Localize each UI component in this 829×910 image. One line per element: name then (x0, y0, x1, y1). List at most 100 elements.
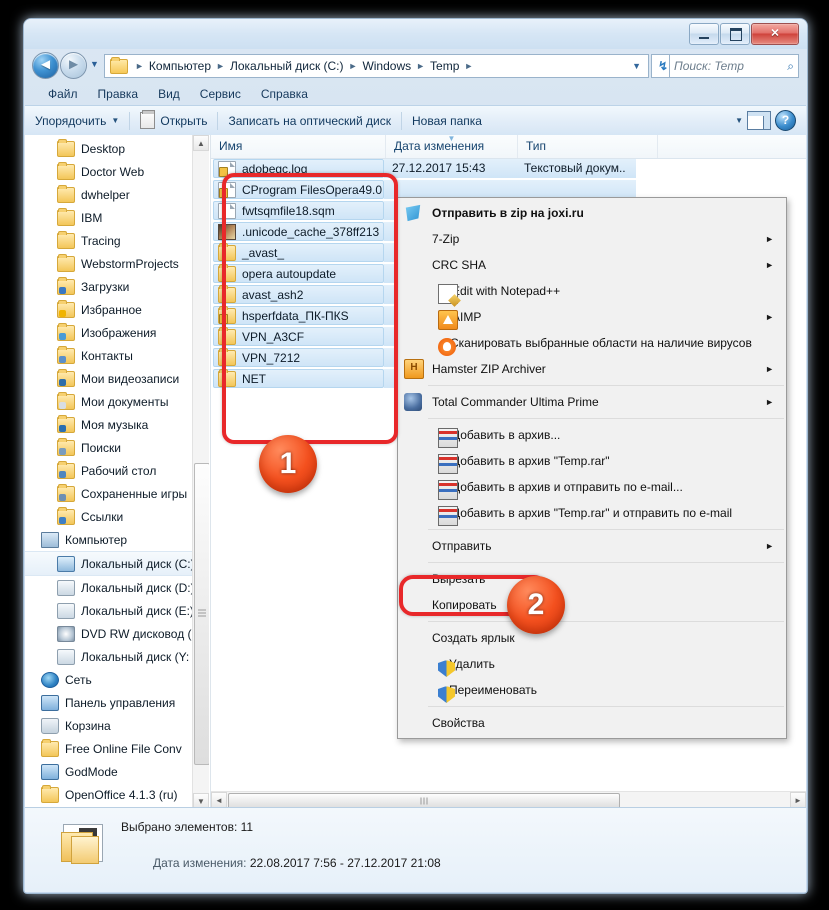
context-menu-item[interactable]: Переименовать (398, 677, 786, 703)
scroll-left-button[interactable]: ◄ (211, 792, 227, 808)
joxi-icon (405, 204, 421, 222)
nav-item-label: Моя музыка (81, 417, 149, 432)
new-folder-button[interactable]: Новая папка (402, 106, 492, 135)
burn-button[interactable]: Записать на оптический диск (218, 106, 401, 135)
search-box[interactable]: Поиск: Temp ⌕ (669, 54, 799, 78)
folder-overlay-icon (59, 447, 66, 455)
nav-item[interactable]: Desktop (25, 137, 209, 160)
nav-item[interactable]: Избранное (25, 298, 209, 321)
nav-item-label: Поиски (81, 440, 121, 455)
menu-item-file[interactable]: Файл (38, 85, 88, 103)
menu-item-edit[interactable]: Правка (88, 85, 149, 103)
help-icon[interactable]: ? (775, 110, 796, 131)
nav-item[interactable]: Сохраненные игры (25, 482, 209, 505)
control-panel-icon (41, 694, 59, 711)
nav-item[interactable]: IBM (25, 206, 209, 229)
minimize-button[interactable] (689, 23, 719, 45)
context-menu-item[interactable]: Отправить в zip на joxi.ru (398, 200, 786, 226)
change-view-icon[interactable] (711, 113, 731, 129)
nav-item[interactable]: Ссылки (25, 505, 209, 528)
details-pane: Выбрано элементов: 11 Дата изменения: 22… (25, 807, 806, 892)
context-menu-item[interactable]: Добавить в архив "Temp.rar" (398, 448, 786, 474)
breadcrumb-item-temp[interactable]: Temp (429, 59, 460, 73)
context-menu-item[interactable]: Добавить в архив "Temp.rar" и отправить … (398, 500, 786, 526)
folder-overlay-icon (59, 309, 66, 317)
nav-item[interactable]: Tracing (25, 229, 209, 252)
notepadpp-icon (438, 284, 458, 304)
nav-item[interactable]: Локальный диск (C:) (25, 551, 209, 576)
menu-item-view[interactable]: Вид (148, 85, 190, 103)
folder-icon (57, 230, 75, 249)
recent-locations-button[interactable]: ▼ (88, 59, 101, 72)
nav-item[interactable]: Панель управления (25, 691, 209, 714)
nav-item[interactable]: WebstormProjects (25, 252, 209, 275)
context-menu: Отправить в zip на joxi.ru 7-Zip ► CRC SHA ►… (397, 197, 787, 739)
nav-item[interactable]: Локальный диск (D:) (25, 576, 209, 599)
maximize-button[interactable] (720, 23, 750, 45)
open-button[interactable]: Открыть (130, 106, 217, 135)
context-menu-item[interactable]: Edit with Notepad++ (398, 278, 786, 304)
breadcrumb-item-windows[interactable]: Windows (361, 59, 412, 73)
chevron-down-icon[interactable]: ▼ (632, 61, 645, 71)
nav-item[interactable]: Сеть (25, 668, 209, 691)
scrollbar-thumb[interactable] (194, 463, 209, 765)
notepad-icon (140, 110, 156, 129)
nav-item[interactable]: Контакты (25, 344, 209, 367)
menu-item-help[interactable]: Справка (251, 85, 318, 103)
column-header-name[interactable]: Имя (211, 135, 386, 158)
back-button[interactable]: ◄ (32, 52, 59, 79)
preview-pane-icon[interactable] (747, 111, 771, 130)
nav-item[interactable]: GodMode (25, 760, 209, 783)
scroll-up-button[interactable]: ▲ (193, 135, 209, 151)
breadcrumb[interactable]: ► Компьютер ► Локальный диск (C:) ► Wind… (104, 54, 649, 78)
nav-item[interactable]: Поиски (25, 436, 209, 459)
submenu-arrow-icon: ► (765, 312, 774, 322)
nav-item[interactable]: Загрузки (25, 275, 209, 298)
nav-item-label: Корзина (65, 718, 111, 733)
breadcrumb-item-computer[interactable]: Компьютер (148, 59, 212, 73)
folder-pictures-icon (57, 322, 75, 341)
search-input[interactable]: Поиск: Temp (674, 59, 787, 73)
scroll-right-button[interactable]: ► (790, 792, 806, 808)
nav-item[interactable]: Doctor Web (25, 160, 209, 183)
context-menu-item[interactable]: CRC SHA ► (398, 252, 786, 278)
nav-item[interactable]: Локальный диск (E:) (25, 599, 209, 622)
context-menu-item[interactable]: Создать ярлык (398, 625, 786, 651)
context-menu-item[interactable]: Сканировать выбранные области на наличие… (398, 330, 786, 356)
context-menu-item[interactable]: Отправить ► (398, 533, 786, 559)
column-header-type[interactable]: Тип (518, 135, 658, 158)
nav-item[interactable]: Рабочий стол (25, 459, 209, 482)
close-button[interactable]: ✕ (751, 23, 799, 45)
context-menu-item[interactable]: AIMP ► (398, 304, 786, 330)
context-menu-item[interactable]: Total Commander Ultima Prime ► (398, 389, 786, 415)
context-menu-item-label: CRC SHA (432, 258, 487, 272)
folder-overlay-icon (59, 516, 66, 524)
nav-item[interactable]: OpenOffice 4.1.3 (ru) (25, 783, 209, 806)
nav-item[interactable]: Моя музыка (25, 413, 209, 436)
nav-item[interactable]: DVD RW дисковод ( (25, 622, 209, 645)
context-menu-item[interactable]: Добавить в архив... (398, 422, 786, 448)
navigation-scrollbar[interactable]: ▲ ▼ (192, 135, 209, 809)
nav-item[interactable]: Изображения (25, 321, 209, 344)
nav-item[interactable]: Мои документы (25, 390, 209, 413)
nav-item[interactable]: dwhelper (25, 183, 209, 206)
breadcrumb-item-drive-c[interactable]: Локальный диск (C:) (229, 59, 345, 73)
context-menu-item[interactable]: 7-Zip ► (398, 226, 786, 252)
nav-item[interactable]: Free Online File Conv (25, 737, 209, 760)
context-menu-item[interactable]: Удалить (398, 651, 786, 677)
scrollbar-grip (198, 609, 206, 619)
nav-item[interactable]: Компьютер (25, 528, 209, 551)
organize-button[interactable]: Упорядочить ▼ (25, 106, 129, 135)
menu-item-tools[interactable]: Сервис (190, 85, 251, 103)
nav-item[interactable]: Локальный диск (Y: (25, 645, 209, 668)
chevron-down-icon[interactable]: ▼ (735, 116, 743, 125)
nav-item[interactable]: Мои видеозаписи (25, 367, 209, 390)
column-header-date[interactable]: ▼ Дата изменения (386, 134, 518, 158)
folder-icon (110, 56, 128, 74)
winrar-icon (438, 480, 458, 500)
forward-button[interactable]: ► (60, 52, 87, 79)
context-menu-item[interactable]: Добавить в архив и отправить по e-mail..… (398, 474, 786, 500)
context-menu-item[interactable]: H Hamster ZIP Archiver ► (398, 356, 786, 382)
context-menu-item[interactable]: Свойства (398, 710, 786, 736)
nav-item[interactable]: Корзина (25, 714, 209, 737)
